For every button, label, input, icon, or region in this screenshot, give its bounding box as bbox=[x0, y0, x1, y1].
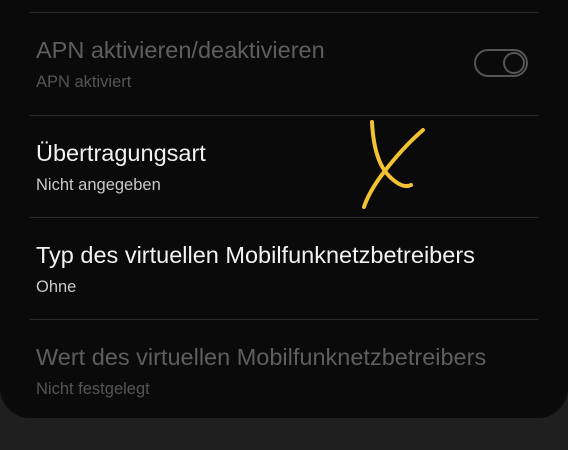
handwritten-x-mark-icon bbox=[362, 120, 425, 209]
transfer-type-row[interactable]: Übertragungsart Nicht angegeben bbox=[0, 116, 568, 218]
apn-toggle-row[interactable]: APN aktivieren/deaktivieren APN aktivier… bbox=[0, 13, 568, 115]
apn-toggle-status: APN aktiviert bbox=[36, 73, 132, 91]
apn-toggle-switch[interactable] bbox=[474, 49, 528, 77]
transfer-type-value: Nicht angegeben bbox=[36, 176, 161, 194]
x-mark-stroke-1 bbox=[370, 120, 413, 188]
mvno-type-title: Typ des virtuellen Mobilfunknetzbetreibe… bbox=[36, 242, 475, 268]
settings-card: APN aktivieren/deaktivieren APN aktivier… bbox=[0, 0, 568, 418]
mvno-value-title: Wert des virtuellen Mobilfunknetzbetreib… bbox=[36, 344, 487, 370]
toggle-knob bbox=[503, 52, 525, 74]
mvno-type-row[interactable]: Typ des virtuellen Mobilfunknetzbetreibe… bbox=[0, 218, 568, 320]
apn-toggle-title: APN aktivieren/deaktivieren bbox=[36, 37, 325, 63]
transfer-type-title: Übertragungsart bbox=[36, 140, 206, 166]
mvno-type-value: Ohne bbox=[36, 278, 77, 296]
mvno-value-row: Wert des virtuellen Mobilfunknetzbetreib… bbox=[0, 320, 568, 418]
mvno-value-value: Nicht festgelegt bbox=[36, 380, 150, 398]
